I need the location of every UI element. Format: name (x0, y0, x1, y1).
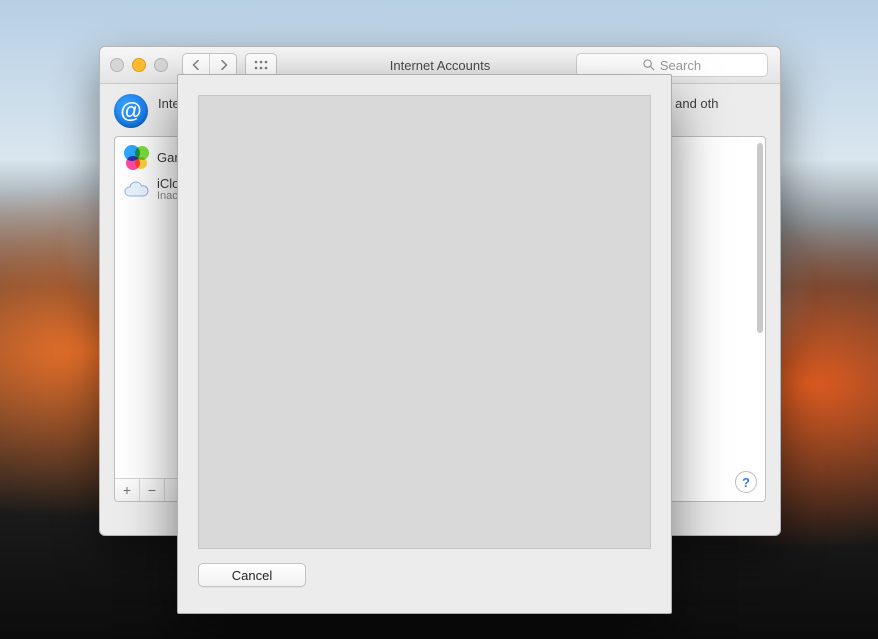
sheet-footer: Cancel (198, 563, 651, 587)
help-icon: ? (742, 475, 750, 490)
forward-button[interactable] (209, 54, 236, 76)
sheet-content-area (198, 95, 651, 549)
zoom-window-button[interactable] (154, 58, 168, 72)
scrollbar[interactable] (757, 143, 763, 333)
minimize-window-button[interactable] (132, 58, 146, 72)
cancel-button[interactable]: Cancel (198, 563, 306, 587)
back-button[interactable] (183, 54, 209, 76)
remove-account-button[interactable]: − (140, 479, 165, 501)
window-controls (100, 58, 168, 72)
close-window-button[interactable] (110, 58, 124, 72)
chevron-left-icon (192, 60, 201, 70)
help-button[interactable]: ? (735, 471, 757, 493)
grid-icon (254, 60, 268, 70)
add-account-button[interactable]: + (115, 479, 140, 501)
search-placeholder: Search (660, 58, 701, 73)
internet-accounts-icon: @ (114, 94, 148, 128)
icloud-icon (123, 176, 149, 202)
search-icon (643, 59, 655, 71)
gamecenter-icon (123, 144, 149, 170)
modal-sheet: Cancel (177, 74, 672, 614)
chevron-right-icon (219, 60, 228, 70)
